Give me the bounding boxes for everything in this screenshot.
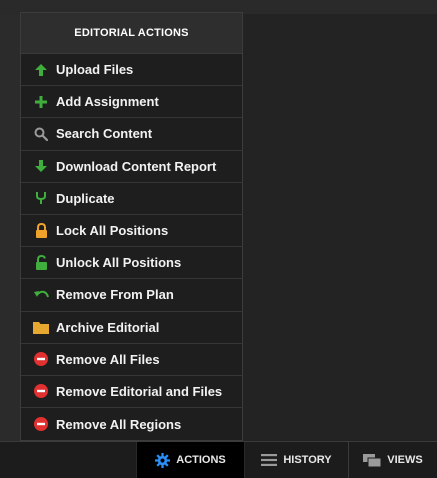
menu-item-label: Add Assignment [56, 94, 159, 110]
gear-icon [155, 452, 171, 468]
plus-icon [33, 94, 49, 110]
menu-item-label: Remove From Plan [56, 287, 174, 303]
menu-item-label: Remove All Files [56, 351, 160, 367]
menu-item-label: Remove All Regions [56, 416, 182, 432]
duplicate-item[interactable]: Duplicate [21, 182, 242, 215]
download-content-report-item[interactable]: Download Content Report [21, 150, 242, 183]
menu-item-label: Upload Files [56, 62, 134, 78]
download-arrow-icon [33, 158, 49, 174]
upload-files-item[interactable]: Upload Files [21, 54, 242, 87]
left-panel-strip [0, 14, 20, 441]
remove-all-regions-item[interactable]: Remove All Regions [21, 408, 242, 441]
remove-from-plan-item[interactable]: Remove From Plan [21, 279, 242, 312]
tab-actions[interactable]: ACTIONS [136, 442, 245, 478]
bottom-toolbar: ACTIONS HISTORY VIEWS [0, 441, 437, 478]
menu-item-label: Search Content [56, 126, 153, 142]
tab-views[interactable]: VIEWS [349, 442, 437, 478]
minus-circle-icon [33, 416, 49, 432]
menu-item-label: Archive Editorial [56, 319, 160, 335]
tab-label: ACTIONS [176, 454, 226, 466]
lock-all-positions-item[interactable]: Lock All Positions [21, 214, 242, 248]
menu-item-label: Lock All Positions [56, 223, 169, 239]
menu-item-label: Remove Editorial and Files [56, 383, 223, 399]
menu-item-label: Download Content Report [56, 158, 217, 174]
search-icon [33, 126, 49, 142]
tab-history[interactable]: HISTORY [245, 442, 349, 478]
editorial-actions-menu: EDITORIAL ACTIONS Upload Files Add Assig… [20, 12, 243, 442]
folder-icon [33, 319, 49, 335]
add-assignment-item[interactable]: Add Assignment [21, 86, 242, 119]
lock-icon [33, 223, 49, 239]
remove-editorial-and-files-item[interactable]: Remove Editorial and Files [21, 375, 242, 409]
tab-label: HISTORY [283, 454, 332, 466]
upload-arrow-icon [33, 62, 49, 78]
minus-circle-icon [33, 351, 49, 367]
archive-editorial-item[interactable]: Archive Editorial [21, 311, 242, 344]
menu-title: EDITORIAL ACTIONS [21, 13, 242, 54]
remove-all-files-item[interactable]: Remove All Files [21, 343, 242, 376]
search-content-item[interactable]: Search Content [21, 118, 242, 151]
hamburger-icon [261, 454, 278, 466]
menu-item-label: Duplicate [56, 190, 115, 206]
unlock-all-positions-item[interactable]: Unlock All Positions [21, 247, 242, 280]
undo-icon [33, 287, 49, 303]
unlock-icon [33, 255, 49, 271]
tab-label: VIEWS [387, 454, 423, 466]
views-icon [363, 453, 382, 467]
fork-icon [33, 190, 49, 206]
menu-item-label: Unlock All Positions [56, 255, 182, 271]
minus-circle-icon [33, 383, 49, 399]
